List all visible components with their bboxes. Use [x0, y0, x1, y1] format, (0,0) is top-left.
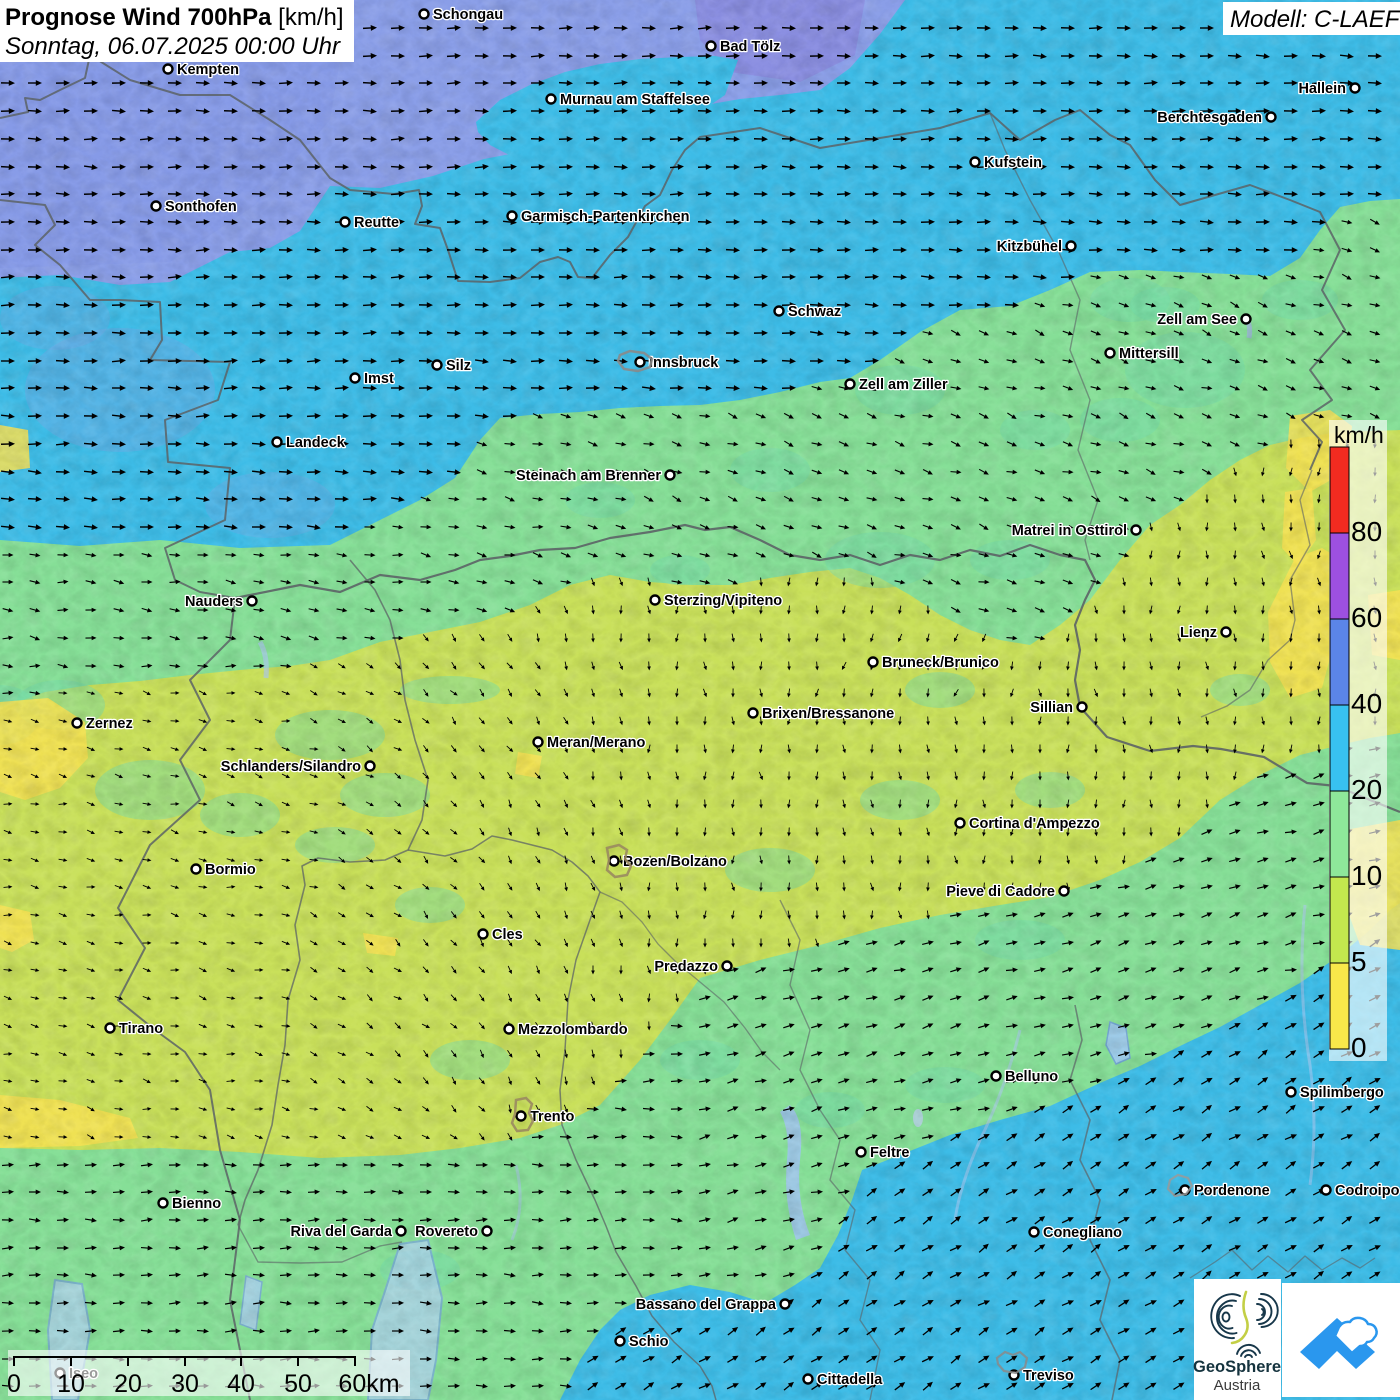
svg-text:Sillian: Sillian [1030, 700, 1073, 716]
svg-text:Pordenone: Pordenone [1194, 1183, 1270, 1199]
svg-text:Rovereto: Rovereto [415, 1224, 478, 1240]
svg-text:60: 60 [1351, 602, 1382, 633]
svg-text:Mittersill: Mittersill [1119, 346, 1179, 362]
svg-text:Treviso: Treviso [1023, 1368, 1074, 1384]
svg-text:Innsbruck: Innsbruck [649, 355, 719, 371]
svg-text:Tirano: Tirano [119, 1021, 163, 1037]
svg-text:Bad Tölz: Bad Tölz [720, 39, 780, 55]
svg-text:80: 80 [1351, 516, 1382, 547]
svg-text:Bienno: Bienno [172, 1196, 221, 1212]
svg-text:Sterzing/Vipiteno: Sterzing/Vipiteno [664, 593, 782, 609]
svg-text:0: 0 [1351, 1032, 1367, 1063]
svg-text:Spilimbergo: Spilimbergo [1300, 1085, 1384, 1101]
svg-text:Garmisch-Partenkirchen: Garmisch-Partenkirchen [521, 209, 689, 225]
svg-text:Landeck: Landeck [286, 435, 346, 451]
svg-text:Predazzo: Predazzo [654, 959, 718, 975]
svg-text:Sonthofen: Sonthofen [165, 199, 237, 215]
svg-text:Belluno: Belluno [1005, 1069, 1058, 1085]
svg-text:Imst: Imst [364, 371, 394, 387]
svg-text:Matrei in Osttirol: Matrei in Osttirol [1012, 523, 1127, 539]
svg-text:Trento: Trento [530, 1109, 574, 1125]
svg-text:10: 10 [1351, 860, 1382, 891]
svg-text:50: 50 [284, 1370, 312, 1398]
svg-text:Mezzolombardo: Mezzolombardo [518, 1022, 628, 1038]
svg-text:Steinach am Brenner: Steinach am Brenner [516, 468, 661, 484]
svg-text:Nauders: Nauders [185, 594, 243, 610]
svg-text:Cortina d'Ampezzo: Cortina d'Ampezzo [969, 816, 1100, 832]
svg-text:Schio: Schio [629, 1334, 669, 1350]
svg-text:Reutte: Reutte [354, 215, 399, 231]
svg-text:Cles: Cles [492, 927, 523, 943]
svg-text:10: 10 [57, 1370, 85, 1398]
svg-text:Meran/Merano: Meran/Merano [547, 735, 645, 751]
svg-text:Brixen/Bressanone: Brixen/Bressanone [762, 706, 894, 722]
svg-text:40: 40 [227, 1370, 255, 1398]
svg-text:30: 30 [171, 1370, 199, 1398]
svg-text:Bassano del Grappa: Bassano del Grappa [636, 1297, 777, 1313]
svg-text:Hallein: Hallein [1298, 81, 1346, 97]
svg-text:5: 5 [1351, 946, 1367, 977]
svg-text:Sonntag, 06.07.2025 00:00 Uhr: Sonntag, 06.07.2025 00:00 Uhr [5, 33, 341, 60]
svg-text:Zell am See: Zell am See [1157, 312, 1237, 328]
svg-text:Schwaz: Schwaz [788, 304, 841, 320]
svg-text:Schlanders/Silandro: Schlanders/Silandro [221, 759, 361, 775]
svg-text:Modell: C-LAEF: Modell: C-LAEF [1230, 6, 1400, 33]
svg-text:GeoSphere: GeoSphere [1193, 1358, 1281, 1376]
svg-text:km/h: km/h [1334, 422, 1384, 448]
svg-text:Conegliano: Conegliano [1043, 1225, 1122, 1241]
svg-text:60km: 60km [338, 1370, 399, 1398]
svg-text:Kempten: Kempten [177, 62, 239, 78]
svg-text:Bormio: Bormio [205, 862, 256, 878]
svg-text:Kitzbühel: Kitzbühel [997, 239, 1062, 255]
svg-text:Feltre: Feltre [870, 1145, 910, 1161]
svg-text:40: 40 [1351, 688, 1382, 719]
svg-text:20: 20 [1351, 774, 1382, 805]
svg-text:Bruneck/Brunico: Bruneck/Brunico [882, 655, 999, 671]
svg-text:Codroipo: Codroipo [1335, 1183, 1400, 1199]
svg-text:20: 20 [114, 1370, 142, 1398]
svg-text:Murnau am Staffelsee: Murnau am Staffelsee [560, 92, 710, 108]
svg-text:0: 0 [7, 1370, 21, 1398]
svg-text:Riva del Garda: Riva del Garda [290, 1224, 392, 1240]
svg-text:Zell am Ziller: Zell am Ziller [859, 377, 948, 393]
svg-text:Kufstein: Kufstein [984, 155, 1042, 171]
svg-text:Pieve di Cadore: Pieve di Cadore [946, 884, 1055, 900]
svg-text:Zernez: Zernez [86, 716, 133, 732]
svg-text:Schongau: Schongau [433, 7, 503, 23]
svg-text:Prognose Wind 700hPa [km/h]: Prognose Wind 700hPa [km/h] [5, 4, 344, 31]
svg-text:Bozen/Bolzano: Bozen/Bolzano [623, 854, 727, 870]
svg-text:Berchtesgaden: Berchtesgaden [1157, 110, 1262, 126]
svg-text:Silz: Silz [446, 358, 471, 374]
svg-text:Lienz: Lienz [1180, 625, 1217, 641]
svg-text:Cittadella: Cittadella [817, 1372, 883, 1388]
svg-text:Austria: Austria [1214, 1377, 1261, 1394]
